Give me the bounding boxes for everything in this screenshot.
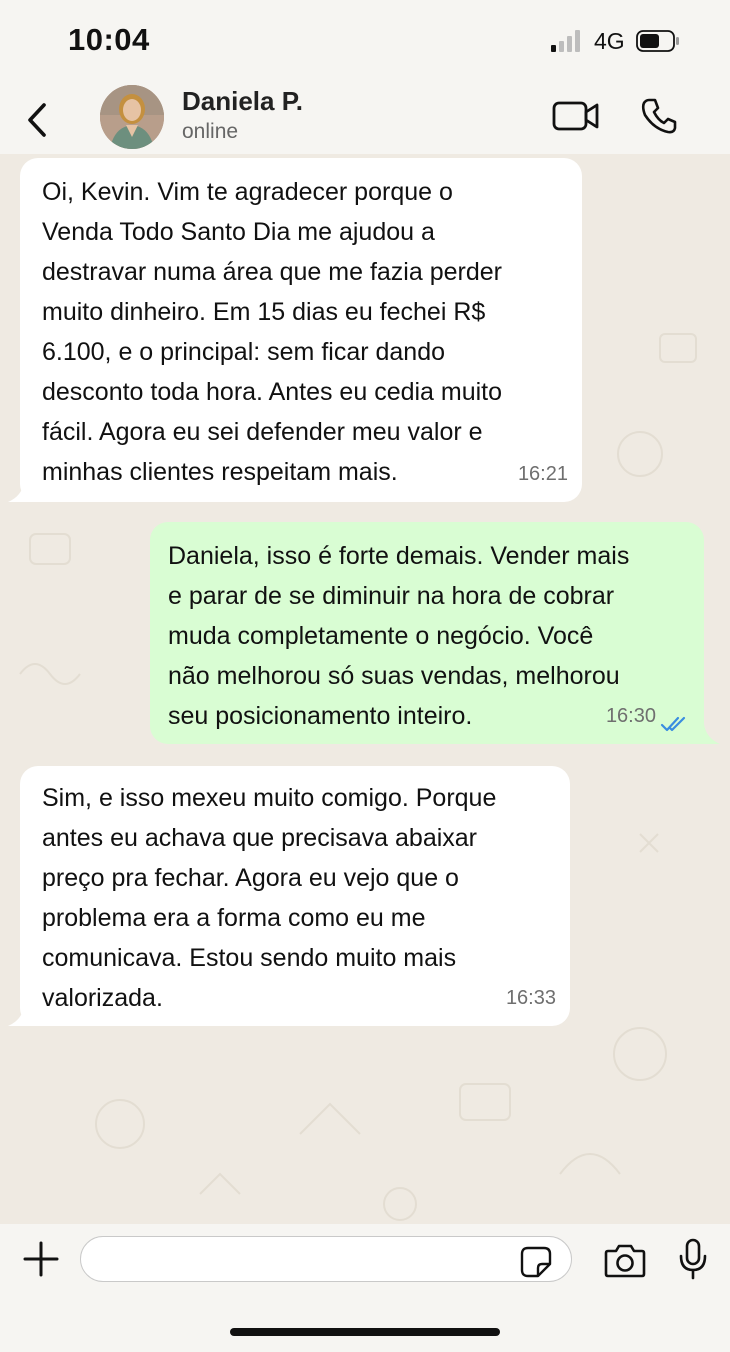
contact-name[interactable]: Daniela P. bbox=[182, 86, 303, 117]
message-line: comunicava. Estou sendo muito mais bbox=[42, 944, 457, 972]
message-line: não melhorou só suas vendas, melhorou bbox=[168, 662, 620, 690]
chat-area[interactable]: Oi, Kevin. Vim te agradecer porque o Ven… bbox=[0, 154, 730, 1224]
microphone-icon[interactable] bbox=[678, 1238, 708, 1280]
message-line: antes eu achava que precisava abaixar bbox=[42, 824, 478, 852]
message-timestamp: 16:21 bbox=[517, 463, 568, 485]
chat-header: Daniela P. online bbox=[0, 80, 730, 154]
bubble-tail bbox=[690, 724, 720, 744]
read-receipt-icon bbox=[660, 716, 686, 732]
network-type: 4G bbox=[594, 28, 625, 54]
message-line: muda completamente o negócio. Você bbox=[168, 622, 594, 650]
message-input-bar bbox=[0, 1224, 730, 1352]
message-line: destravar numa área que me fazia perder bbox=[42, 258, 502, 286]
camera-icon[interactable] bbox=[604, 1242, 646, 1278]
battery-icon bbox=[636, 30, 679, 52]
message-timestamp: 16:30 bbox=[605, 705, 656, 727]
message-line: e parar de se diminuir na hora de cobrar bbox=[168, 582, 615, 610]
phone-call-icon[interactable] bbox=[640, 97, 678, 135]
message-line: muito dinheiro. Em 15 dias eu fechei R$ bbox=[42, 298, 486, 326]
message-line: desconto toda hora. Antes eu cedia muito bbox=[42, 378, 503, 406]
message-line: Venda Todo Santo Dia me ajudou a bbox=[42, 218, 435, 246]
message-line: valorizada. bbox=[42, 984, 163, 1012]
message-line: Oi, Kevin. Vim te agradecer porque o bbox=[42, 178, 453, 206]
message-line: minhas clientes respeitam mais. bbox=[42, 458, 398, 486]
signal-strength-icon bbox=[551, 30, 580, 52]
bubble-tail bbox=[8, 1006, 38, 1026]
message-line: fácil. Agora eu sei defender meu valor e bbox=[42, 418, 483, 446]
bubble-tail bbox=[8, 482, 38, 502]
video-call-icon[interactable] bbox=[552, 100, 600, 132]
status-bar: 10:04 4G bbox=[0, 0, 730, 80]
sticker-icon[interactable] bbox=[520, 1246, 552, 1278]
message-bubble-incoming[interactable]: Sim, e isso mexeu muito comigo. Porque a… bbox=[20, 766, 570, 1026]
message-input[interactable] bbox=[80, 1236, 572, 1282]
status-time: 10:04 bbox=[68, 22, 150, 57]
back-arrow-icon[interactable] bbox=[24, 100, 50, 140]
message-bubble-outgoing[interactable]: Daniela, isso é forte demais. Vender mai… bbox=[150, 522, 704, 744]
home-indicator bbox=[230, 1328, 500, 1336]
message-line: Daniela, isso é forte demais. Vender mai… bbox=[168, 542, 630, 570]
message-bubble-incoming[interactable]: Oi, Kevin. Vim te agradecer porque o Ven… bbox=[20, 158, 582, 502]
contact-avatar[interactable] bbox=[100, 85, 164, 149]
plus-icon[interactable] bbox=[22, 1240, 60, 1278]
message-text: Oi, Kevin. Vim te agradecer porque o Ven… bbox=[42, 172, 564, 492]
message-line: problema era a forma como eu me bbox=[42, 904, 426, 932]
contact-status: online bbox=[182, 120, 239, 143]
message-text: Sim, e isso mexeu muito comigo. Porque a… bbox=[42, 778, 552, 1018]
message-line: 6.100, e o principal: sem ficar dando bbox=[42, 338, 446, 366]
message-line: Sim, e isso mexeu muito comigo. Porque bbox=[42, 784, 497, 812]
message-line: preço pra fechar. Agora eu vejo que o bbox=[42, 864, 459, 892]
message-timestamp: 16:33 bbox=[505, 987, 556, 1009]
